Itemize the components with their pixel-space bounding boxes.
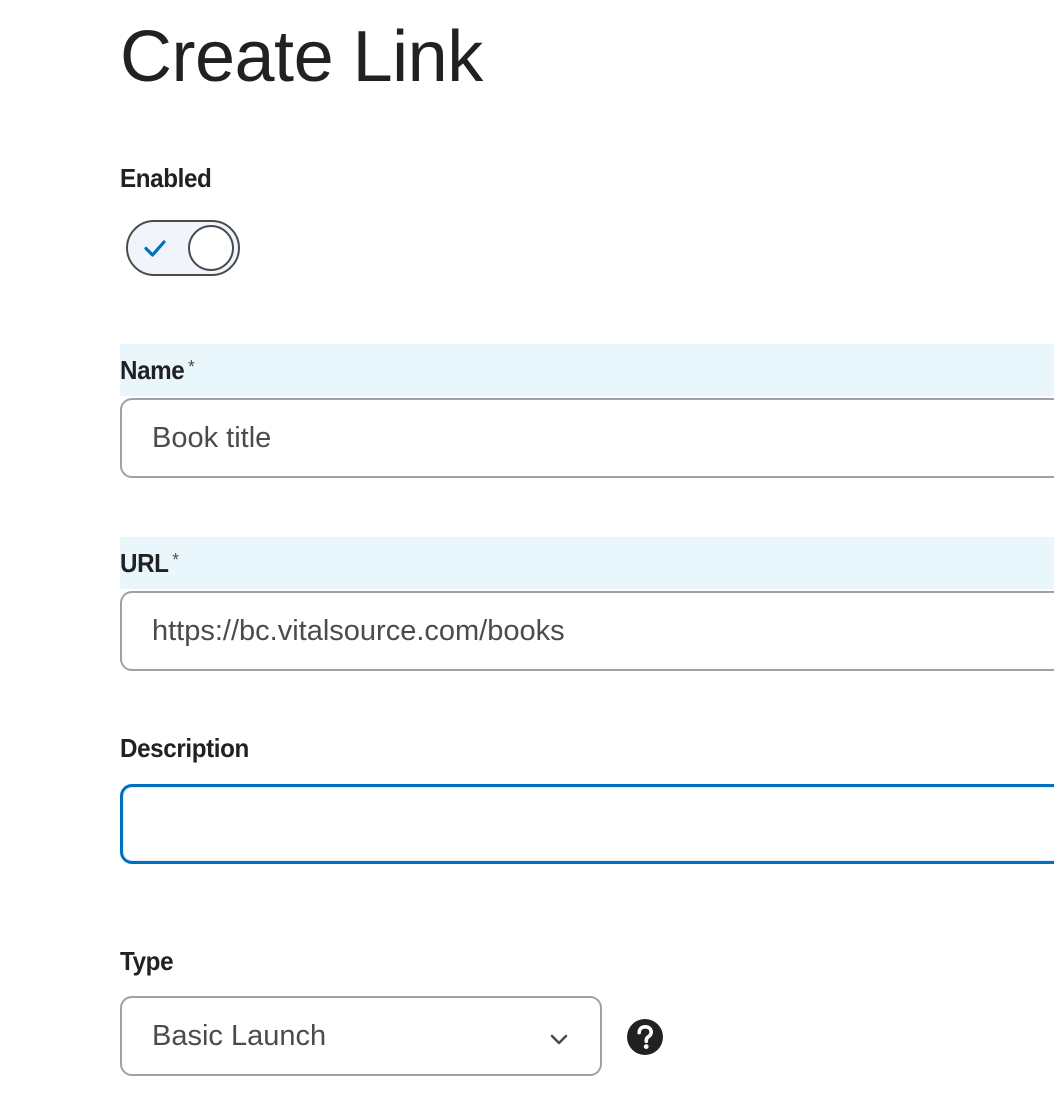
create-link-page: Create Link Enabled Name * Book title URL… — [0, 0, 1054, 1116]
url-input-value: https://bc.vitalsource.com/books — [152, 614, 565, 647]
url-label-row: URL * — [120, 537, 1054, 589]
enabled-label: Enabled — [120, 162, 212, 193]
required-marker: * — [172, 549, 179, 570]
description-input[interactable] — [120, 784, 1054, 864]
page-title: Create Link — [120, 17, 483, 97]
description-label-row: Description — [120, 722, 259, 774]
enabled-label-row: Enabled — [120, 152, 218, 204]
enabled-toggle[interactable] — [126, 220, 240, 276]
type-label-row: Type — [120, 935, 177, 987]
name-input-value: Book title — [152, 421, 272, 454]
chevron-down-icon — [550, 1034, 568, 1045]
url-label: URL * — [120, 547, 179, 579]
type-select-value: Basic Launch — [152, 1019, 327, 1052]
description-label: Description — [120, 732, 249, 763]
name-input[interactable]: Book title — [120, 398, 1054, 478]
type-select[interactable]: Basic Launch — [120, 996, 602, 1076]
name-label-row: Name * — [120, 344, 1054, 396]
url-input[interactable]: https://bc.vitalsource.com/books — [120, 591, 1054, 671]
name-label: Name * — [120, 354, 195, 386]
type-label: Type — [120, 945, 174, 976]
toggle-knob — [188, 225, 234, 271]
name-label-text: Name — [120, 354, 185, 385]
url-label-text: URL — [120, 547, 169, 578]
checkmark-icon — [144, 240, 166, 257]
required-marker: * — [188, 356, 195, 377]
help-icon[interactable] — [626, 1018, 664, 1056]
